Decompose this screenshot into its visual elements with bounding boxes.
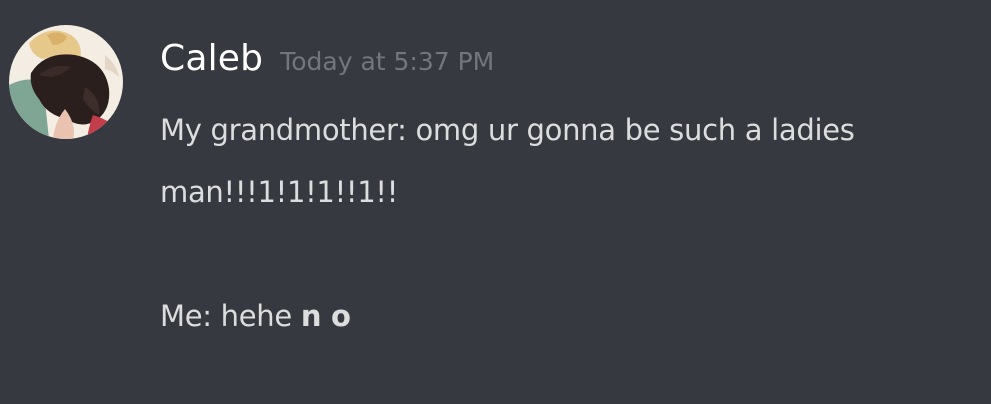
bold-text: n o [300, 299, 351, 333]
username[interactable]: Caleb [160, 33, 263, 85]
message-line: Me: hehe n o [160, 285, 988, 347]
user-avatar[interactable] [9, 25, 123, 139]
timestamp: Today at 5:37 PM [280, 47, 495, 76]
message-line: My grandmother: omg ur gonna be such a l… [160, 113, 855, 147]
chat-message: Caleb Today at 5:37 PM My grandmother: om… [0, 0, 991, 404]
message-text: Me: hehe [160, 299, 301, 333]
avatar-illustration-icon [9, 25, 123, 139]
message-content: My grandmother: omg ur gonna be such a l… [160, 99, 988, 347]
message-line: man!!!1!1!1!!1!! [160, 175, 399, 209]
message-header: Caleb Today at 5:37 PM [160, 33, 494, 85]
